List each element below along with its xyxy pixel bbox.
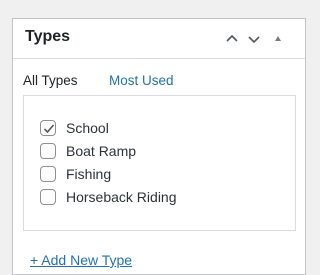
checkmark-icon bbox=[43, 124, 55, 134]
type-checkbox-fishing[interactable] bbox=[40, 166, 56, 182]
types-checklist: School Boat Ramp Fishing Horseback Ridin… bbox=[23, 95, 296, 231]
types-metabox: Types All Types Most Used School Boat Ra… bbox=[12, 18, 306, 275]
chevron-up-icon bbox=[226, 34, 238, 42]
type-checkbox-horseback-riding[interactable] bbox=[40, 189, 56, 205]
metabox-header: Types bbox=[13, 19, 305, 59]
toggle-panel-button[interactable] bbox=[269, 30, 287, 48]
type-checkbox-boat-ramp[interactable] bbox=[40, 143, 56, 159]
list-item-label: Fishing bbox=[66, 166, 112, 182]
move-up-button[interactable] bbox=[223, 30, 241, 48]
list-item-label: Boat Ramp bbox=[66, 143, 137, 159]
move-down-button[interactable] bbox=[245, 30, 263, 48]
add-new-type-link[interactable]: + Add New Type bbox=[30, 252, 132, 268]
page-background-strip bbox=[0, 0, 309, 18]
list-item-label: School bbox=[66, 120, 109, 136]
chevron-down-icon bbox=[248, 36, 260, 44]
triangle-up-icon bbox=[275, 36, 281, 41]
category-tabs: All Types Most Used bbox=[23, 71, 295, 97]
list-item-label: Horseback Riding bbox=[66, 189, 177, 205]
metabox-title: Types bbox=[25, 28, 71, 45]
type-checkbox-school[interactable] bbox=[40, 120, 56, 136]
tab-most-used[interactable]: Most Used bbox=[109, 71, 174, 91]
tab-all-types[interactable]: All Types bbox=[23, 71, 78, 91]
